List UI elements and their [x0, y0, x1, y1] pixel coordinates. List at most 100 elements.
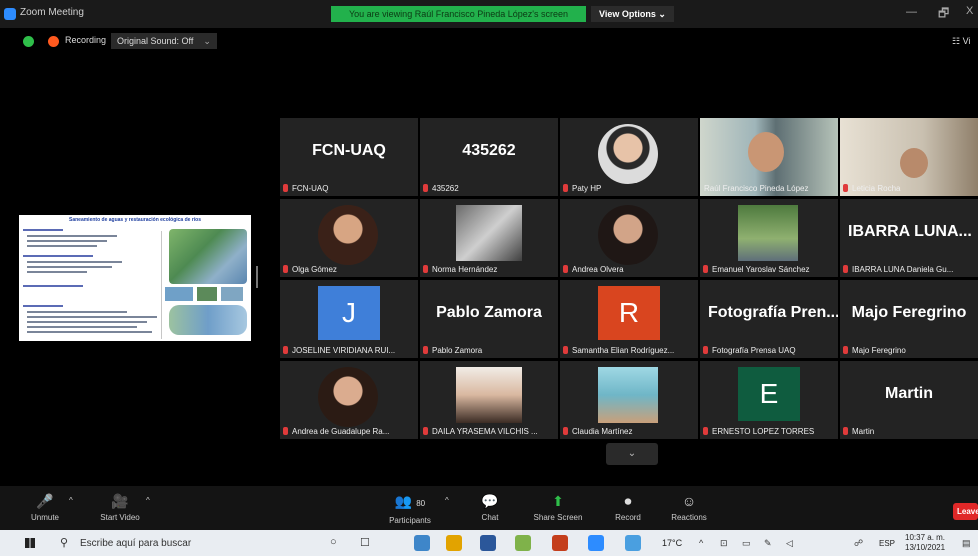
participant-tile[interactable]: Emanuel Yaroslav Sánchez	[700, 199, 838, 277]
slide-text-line	[23, 255, 93, 257]
windows-start-icon[interactable]	[25, 538, 35, 548]
reactions-icon: ☺	[681, 493, 697, 509]
shared-screen-thumbnail[interactable]: Saneamiento de aguas y restauración ecol…	[19, 215, 251, 341]
mic-muted-icon	[703, 427, 708, 435]
participant-name: Majo Feregrino	[852, 346, 906, 355]
participants-button[interactable]: 👥 80 Participants	[380, 492, 440, 525]
network-icon[interactable]: ⊡	[720, 538, 728, 549]
participant-tile[interactable]: J JOSELINE VIRIDIANA RUI...	[280, 280, 418, 358]
zoom-app-taskbar-icon[interactable]	[588, 535, 604, 551]
participant-tile[interactable]: Paty HP	[560, 118, 698, 196]
leave-button[interactable]: Leave	[953, 503, 978, 520]
screen-share-banner: You are viewing Raúl Francisco Pineda Ló…	[331, 6, 586, 22]
share-screen-button[interactable]: ⬆ Share Screen	[528, 492, 588, 522]
participant-photo	[598, 205, 658, 265]
participant-name: Raúl Francisco Pineda López	[704, 184, 809, 193]
recording-icon	[48, 36, 59, 47]
cortana-icon[interactable]: ○	[330, 536, 337, 548]
participant-display-name: Fotografía Pren...	[708, 304, 838, 321]
mic-muted-icon	[563, 265, 568, 273]
powerpoint-icon[interactable]	[552, 535, 568, 551]
participant-tile[interactable]: Majo Feregrino Majo Feregrino	[840, 280, 978, 358]
participant-photo	[318, 205, 378, 265]
mic-muted-icon	[423, 427, 428, 435]
participant-tile[interactable]: DAILA YRASEMA VILCHIS ...	[420, 361, 558, 439]
participant-name: ERNESTO LOPEZ TORRES	[712, 427, 815, 436]
participant-face	[748, 132, 784, 172]
mic-muted-icon	[283, 184, 288, 192]
language-indicator[interactable]: ESP	[879, 539, 895, 548]
chevron-up-icon[interactable]: ^	[699, 538, 703, 548]
participant-name: Martin	[852, 427, 875, 436]
video-off-icon: 🎥	[111, 493, 129, 509]
slide-text-line	[27, 266, 112, 268]
reactions-button[interactable]: ☺ Reactions	[664, 492, 714, 522]
mic-muted-icon	[423, 265, 428, 273]
participant-avatar: R	[598, 286, 660, 340]
record-label: Record	[615, 513, 641, 522]
participant-tile[interactable]: 435262 435262	[420, 118, 558, 196]
original-sound-button[interactable]: Original Sound: Off ⌄	[111, 33, 217, 49]
participant-tile[interactable]: Olga Gómez	[280, 199, 418, 277]
participant-photo	[598, 367, 658, 423]
participant-tile[interactable]: Claudia Martínez	[560, 361, 698, 439]
participant-tile[interactable]: Fotografía Pren... Fotografía Prensa UAQ	[700, 280, 838, 358]
chevron-down-icon[interactable]: ⌄	[203, 36, 211, 46]
notifications-icon[interactable]: ▤	[962, 538, 971, 549]
participant-display-name: Pablo Zamora	[436, 304, 542, 321]
slide-text-line	[27, 326, 137, 328]
share-screen-label: Share Screen	[533, 513, 583, 522]
participants-options-caret[interactable]: ^	[445, 496, 449, 505]
participant-display-name: IBARRA LUNA...	[848, 223, 972, 240]
participant-tile-active-speaker[interactable]: Raúl Francisco Pineda López	[700, 118, 838, 196]
zoom-taskbar-icon[interactable]	[414, 535, 430, 551]
weather-widget[interactable]: 17°C	[662, 538, 682, 548]
chat-label: Chat	[481, 513, 499, 522]
participant-tile[interactable]: FCN-UAQ FCN-UAQ	[280, 118, 418, 196]
taskbar-search-input[interactable]: Escribe aquí para buscar	[80, 538, 191, 549]
slide-image	[221, 287, 243, 301]
participant-tile[interactable]: Leticia Rocha	[840, 118, 978, 196]
participant-name: Paty HP	[572, 184, 602, 193]
participant-tile[interactable]: Norma Hernández	[420, 199, 558, 277]
close-button[interactable]: X	[966, 5, 973, 17]
word-icon[interactable]	[480, 535, 496, 551]
view-options-button[interactable]: View Options ⌄	[591, 6, 674, 22]
clock[interactable]: 10:37 a. m. 13/10/2021	[905, 533, 945, 553]
browser-icon[interactable]	[625, 535, 641, 551]
people-icon[interactable]: ☍	[854, 538, 863, 549]
participant-tile[interactable]: Andrea Olvera	[560, 199, 698, 277]
video-options-caret[interactable]: ^	[146, 496, 150, 505]
file-explorer-icon[interactable]	[446, 535, 462, 551]
slide-divider	[161, 231, 162, 339]
pen-icon[interactable]: ✎	[764, 538, 772, 549]
mic-muted-icon	[843, 184, 848, 192]
participant-name: Andrea de Guadalupe Ra...	[292, 427, 390, 436]
record-button[interactable]: ⏺ Record	[605, 492, 651, 522]
audio-options-caret[interactable]: ^	[69, 496, 73, 505]
participant-tile[interactable]: IBARRA LUNA... IBARRA LUNA Daniela Gu...	[840, 199, 978, 277]
slide-title: Saneamiento de aguas y restauración ecol…	[69, 217, 201, 223]
participant-tile[interactable]: Martin Martin	[840, 361, 978, 439]
participant-tile[interactable]: R Samantha Elian Rodríguez...	[560, 280, 698, 358]
resize-handle[interactable]	[256, 266, 258, 288]
reactions-label: Reactions	[671, 513, 707, 522]
next-page-button[interactable]: ⌄	[606, 443, 658, 465]
volume-icon[interactable]: ◁	[786, 538, 793, 549]
unmute-button[interactable]: 🎤 Unmute	[20, 492, 70, 522]
maximize-button[interactable]: 🗗	[938, 4, 949, 25]
minimize-button[interactable]: —	[906, 6, 917, 18]
participant-tile[interactable]: E ERNESTO LOPEZ TORRES	[700, 361, 838, 439]
participant-photo	[738, 205, 798, 261]
chat-button[interactable]: 💬 Chat	[470, 492, 510, 522]
battery-icon[interactable]: ▭	[742, 538, 751, 549]
start-video-button[interactable]: 🎥 Start Video	[90, 492, 150, 522]
participant-tile[interactable]: Pablo Zamora Pablo Zamora	[420, 280, 558, 358]
app-icon[interactable]	[515, 535, 531, 551]
mic-muted-icon	[283, 265, 288, 273]
task-view-icon[interactable]: ☐	[360, 536, 370, 549]
gallery-view-button[interactable]: ☷ Vi	[952, 36, 970, 47]
security-shield-icon[interactable]	[23, 36, 34, 47]
participant-tile[interactable]: Andrea de Guadalupe Ra...	[280, 361, 418, 439]
participant-display-name: FCN-UAQ	[312, 142, 386, 159]
